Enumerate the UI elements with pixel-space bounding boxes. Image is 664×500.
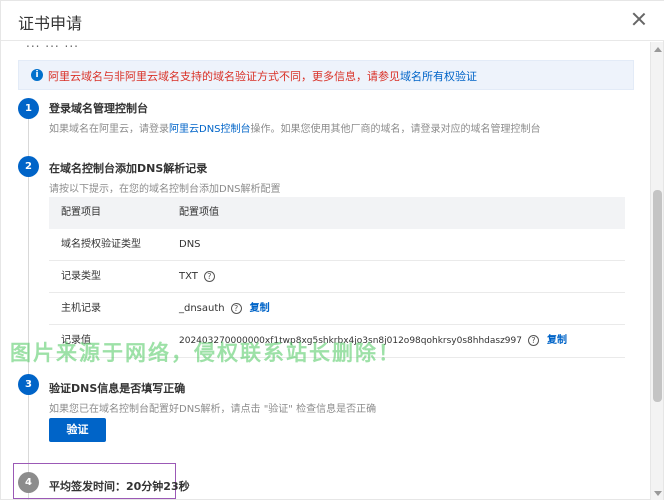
header-config-item: 配置项目: [61, 207, 101, 218]
info-alert: i 阿里云域名与非阿里云域名支持的域名验证方式不同，更多信息，请参见域名所有权验…: [18, 60, 634, 90]
step-1-number: 1: [18, 98, 39, 119]
row-label: 记录类型: [61, 271, 101, 282]
scroll-up-arrow-icon[interactable]: [654, 47, 662, 52]
info-icon: i: [31, 69, 43, 81]
table-row: 记录类型 TXT?: [49, 261, 625, 293]
certificate-application-dialog: 证书申请 ... ... ... i 阿里云域名与非阿里云域名支持的域名验证方式…: [0, 0, 664, 500]
row-value: _dnsauth: [179, 303, 225, 314]
step-4-number: 4: [18, 472, 39, 493]
step-3-title: 验证DNS信息是否填写正确: [49, 382, 186, 395]
alert-message: 阿里云域名与非阿里云域名支持的域名验证方式不同，更多信息，请参见域名所有权验证: [48, 68, 477, 84]
dialog-content: ... ... ... i 阿里云域名与非阿里云域名支持的域名验证方式不同，更多…: [1, 42, 651, 500]
table-header: 配置项目 配置项值: [49, 197, 625, 229]
domain-ownership-link[interactable]: 域名所有权验证: [400, 70, 477, 83]
table-row: 主机记录 _dnsauth? 复制: [49, 293, 625, 325]
question-circle-icon[interactable]: ?: [527, 334, 539, 346]
row-value-with-help: TXT?: [179, 261, 215, 293]
step-2-description: 请按以下提示，在您的域名控制台添加DNS解析配置: [49, 184, 281, 195]
step-1-desc-after: 操作。如果您使用其他厂商的域名，请登录对应的域名管理控制台: [250, 124, 541, 135]
step-2-title: 在域名控制台添加DNS解析记录: [49, 162, 208, 175]
copy-host-record-button[interactable]: 复制: [250, 303, 270, 314]
table-row: 域名授权验证类型 DNS: [49, 229, 625, 261]
watermark-text: 图片来源于网络，侵权联系站长删除！: [10, 341, 401, 365]
row-value: DNS: [179, 239, 201, 250]
step-2-number: 2: [18, 156, 39, 177]
dns-config-table: 配置项目 配置项值 域名授权验证类型 DNS 记录类型 TXT? 主机记录 _d…: [49, 197, 625, 358]
step-3-description: 如果您已在域名控制台配置好DNS解析，请点击 "验证" 检查信息是否正确: [49, 404, 377, 415]
row-label: 主机记录: [61, 303, 101, 314]
scrollbar-thumb[interactable]: [653, 190, 662, 402]
vertical-scrollbar[interactable]: [650, 42, 663, 500]
close-icon[interactable]: [631, 11, 647, 27]
row-value-with-help: _dnsauth? 复制: [179, 293, 270, 325]
dialog-header: 证书申请: [1, 1, 664, 41]
step-4-title: 平均签发时间：20分钟23秒: [49, 480, 190, 493]
header-config-value: 配置项值: [179, 207, 219, 218]
dialog-title: 证书申请: [18, 14, 83, 33]
question-circle-icon[interactable]: ?: [230, 302, 242, 314]
row-label: 域名授权验证类型: [61, 239, 141, 250]
alert-text: 阿里云域名与非阿里云域名支持的域名验证方式不同，更多信息，请参见: [48, 70, 400, 83]
scroll-down-arrow-icon[interactable]: [654, 491, 662, 496]
step-1-desc-before: 如果域名在阿里云，请登录: [49, 124, 169, 135]
step-1-description: 如果域名在阿里云，请登录阿里云DNS控制台操作。如果您使用其他厂商的域名，请登录…: [49, 120, 541, 135]
clipped-text: ... ... ...: [26, 42, 79, 50]
aliyun-dns-console-link[interactable]: 阿里云DNS控制台: [169, 124, 251, 135]
step-1-title: 登录域名管理控制台: [49, 102, 148, 115]
copy-record-value-button[interactable]: 复制: [547, 335, 567, 346]
step-3-number: 3: [18, 374, 39, 395]
row-value: TXT: [179, 271, 198, 282]
verify-button[interactable]: 验证: [49, 418, 106, 442]
question-circle-icon[interactable]: ?: [203, 270, 215, 282]
